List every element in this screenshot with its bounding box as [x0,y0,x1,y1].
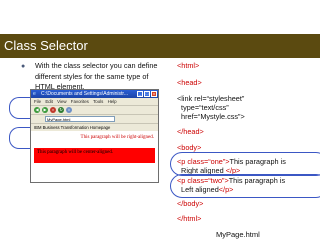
highlight-p-one [170,152,320,176]
rendered-paragraph-two-text: This paragraph will be center-aligned. [37,150,114,155]
refresh-icon[interactable]: ↻ [58,107,64,113]
code-body-close: </body> [177,199,204,208]
browser-menu-bar: File Edit View Favorites Tools Help [31,98,158,105]
address-field[interactable]: MyPage.html [45,116,115,122]
browser-address-bar: MyPage.html [31,114,158,123]
menu-help[interactable]: Help [108,99,117,104]
stop-icon[interactable]: × [50,107,56,113]
rendered-paragraph-two: This paragraph will be center-aligned. [34,148,155,163]
code-head-close: </head> [177,127,204,136]
code-head-open: <head> [177,78,202,87]
maximize-icon[interactable]: □ [144,91,150,97]
browser-title-bar: e C:\Documents and Settings\Administr...… [31,90,158,98]
browser-toolbar: ◀ ▶ × ↻ ⌂ [31,105,158,114]
internet-explorer-icon: e [33,91,36,97]
browser-links-bar: IBM Business Transformation Homepage [31,123,158,131]
close-icon[interactable]: x [151,91,157,97]
rendered-paragraph-one: This paragraph will be right-aligned. [80,135,154,140]
highlight-p-two [170,174,320,198]
home-icon[interactable]: ⌂ [66,107,72,113]
menu-tools[interactable]: Tools [93,99,103,104]
minimize-icon[interactable]: _ [137,91,143,97]
slide-title: Class Selector [4,38,88,53]
code-html-open: <html> [177,61,200,70]
file-caption: MyPage.html [216,230,260,239]
forward-icon[interactable]: ▶ [42,107,48,113]
bullet-icon: ● [21,63,26,70]
back-icon[interactable]: ◀ [34,107,40,113]
browser-window: e C:\Documents and Settings\Administr...… [30,89,159,183]
bullet-text: With the class selector you can define d… [35,61,158,92]
menu-view[interactable]: View [57,99,66,104]
browser-title: C:\Documents and Settings\Administr... [41,91,128,97]
browser-content: This paragraph will be right-aligned. Th… [31,131,158,182]
link-ibm-homepage[interactable]: IBM Business Transformation Homepage [34,125,110,130]
code-link-line-3: href=“Mystyle.css”> [177,112,245,121]
menu-file[interactable]: File [34,99,41,104]
code-html-close: </html> [177,214,202,223]
menu-edit[interactable]: Edit [45,99,53,104]
menu-favorites[interactable]: Favorites [71,99,89,104]
